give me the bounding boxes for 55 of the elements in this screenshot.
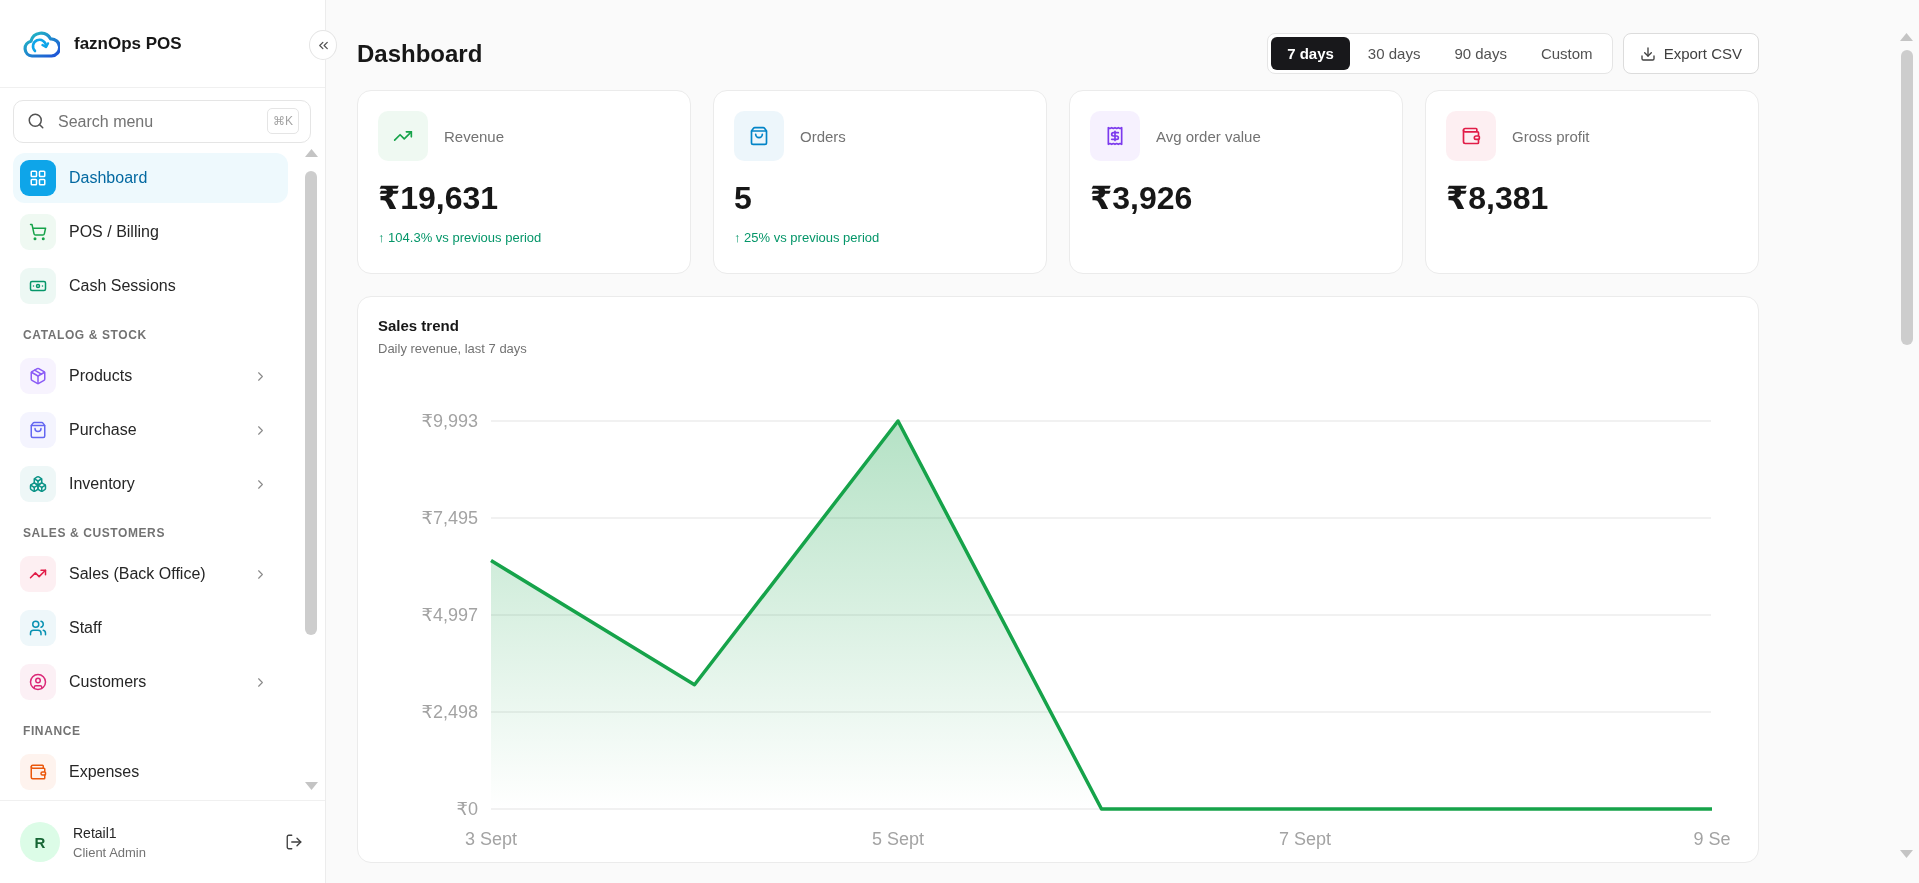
range-tab[interactable]: 7 days <box>1271 37 1350 70</box>
nav-item[interactable]: Inventory <box>13 459 288 509</box>
y-tick-label: ₹2,498 <box>421 702 478 722</box>
nav-item[interactable]: Customers <box>13 657 288 707</box>
nav-item[interactable]: Dashboard <box>13 153 288 203</box>
x-tick-label: 5 Sept <box>872 829 924 849</box>
range-tab[interactable]: Custom <box>1524 37 1609 70</box>
chart-subtitle: Daily revenue, last 7 days <box>378 341 528 357</box>
y-tick-label: ₹4,997 <box>421 605 478 625</box>
brand-name: faznOps POS <box>74 33 182 54</box>
scroll-up-arrow-icon[interactable] <box>304 149 318 157</box>
range-tab[interactable]: 30 days <box>1351 37 1437 70</box>
y-tick-label: ₹7,495 <box>421 508 478 528</box>
stat-label: Avg order value <box>1156 127 1261 145</box>
user-role: Client Admin <box>73 844 147 860</box>
stat-change: ↑ 104.3% vs previous period <box>378 230 543 246</box>
stat-label: Revenue <box>444 127 505 145</box>
logout-icon[interactable] <box>285 833 303 851</box>
stat-label: Gross profit <box>1512 127 1590 145</box>
user-name: Retail1 <box>73 824 118 841</box>
stat-value: 5 <box>734 179 753 217</box>
scroll-down-arrow-icon[interactable] <box>304 782 318 790</box>
x-tick-label: 9 Se <box>1693 829 1731 849</box>
scrollbar-thumb[interactable] <box>1900 50 1913 345</box>
chart-title: Sales trend <box>378 317 460 335</box>
scroll-down-arrow-icon[interactable] <box>1900 850 1913 858</box>
export-button[interactable]: Export CSV <box>1622 33 1759 74</box>
nav-item[interactable]: Products <box>13 351 288 401</box>
scroll-up-arrow-icon[interactable] <box>1900 33 1913 41</box>
nav-item[interactable]: Expenses <box>13 747 288 797</box>
stat-label: Orders <box>800 127 846 145</box>
download-icon <box>1639 45 1656 62</box>
avatar: R <box>20 822 60 862</box>
collapse-button[interactable] <box>309 30 337 60</box>
range-tab[interactable]: 90 days <box>1438 37 1523 70</box>
section-heading: CATALOG & STOCK <box>22 327 148 344</box>
y-tick-label: ₹0 <box>456 799 478 819</box>
scrollbar-thumb[interactable] <box>305 171 317 635</box>
nav-item[interactable]: Sales (Back Office) <box>13 549 288 599</box>
stat-value: ₹19,631 <box>378 179 500 217</box>
stat-value: ₹8,381 <box>1446 179 1550 217</box>
x-tick-label: 3 Sept <box>465 829 517 849</box>
nav-item[interactable]: Staff <box>13 603 288 653</box>
y-tick-label: ₹9,993 <box>421 411 478 431</box>
shortcut-key: ⌘K <box>267 108 299 134</box>
nav-item[interactable]: Cash Sessions <box>13 261 288 311</box>
nav-item[interactable]: Purchase <box>13 405 288 455</box>
page-title: Dashboard <box>357 39 484 68</box>
nav-item[interactable]: POS / Billing <box>13 207 288 257</box>
section-heading: FINANCE <box>22 723 82 740</box>
section-heading: SALES & CUSTOMERS <box>22 525 166 542</box>
stat-value: ₹3,926 <box>1090 179 1194 217</box>
search-icon <box>27 112 45 130</box>
x-tick-label: 7 Sept <box>1279 829 1331 849</box>
stat-change: ↑ 25% vs previous period <box>734 230 881 246</box>
